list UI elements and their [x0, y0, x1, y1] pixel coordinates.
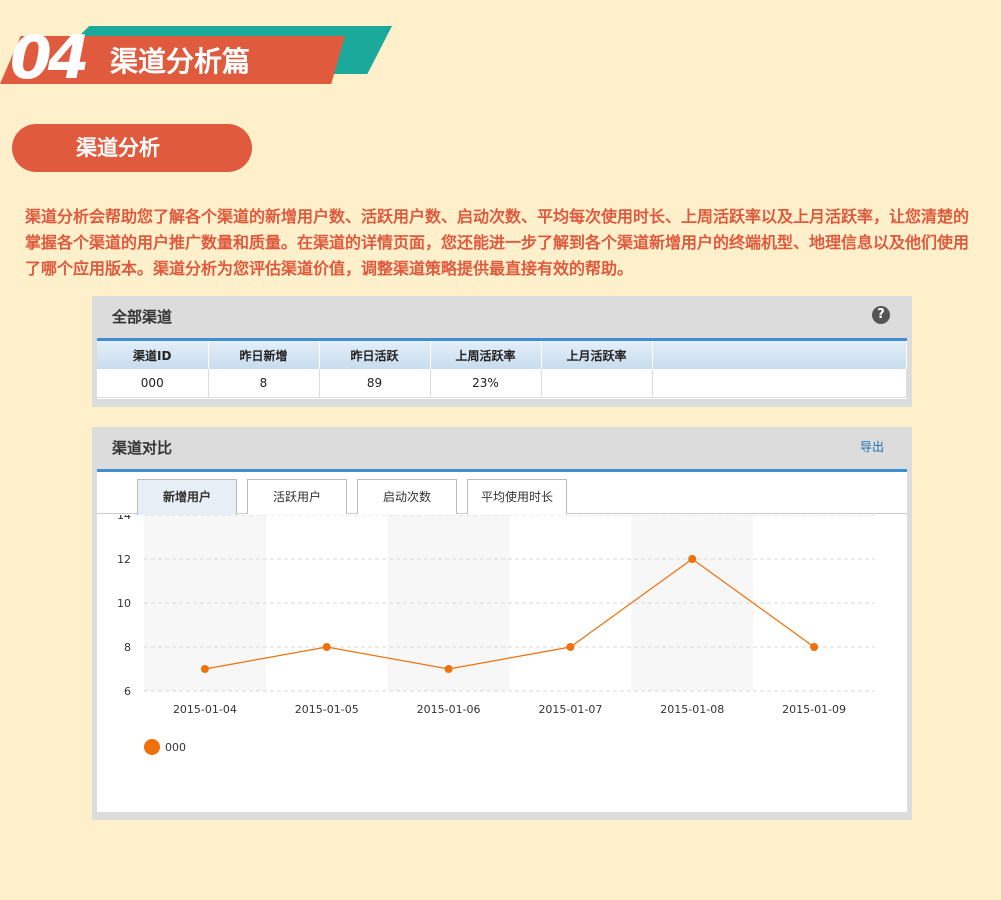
- col-last-week-rate[interactable]: 上周活跃率: [430, 341, 542, 369]
- channel-compare-panel: 渠道对比 导出 新增用户 活跃用户 启动次数 平均使用时长 6 8 10 12 14 20…: [92, 427, 912, 820]
- x-tick-label: 2015-01-09: [782, 703, 846, 716]
- col-blank: [652, 341, 907, 369]
- x-tick-label: 2015-01-06: [417, 703, 481, 716]
- legend-label: 000: [165, 741, 186, 754]
- all-channels-panel: 全部渠道 ? 渠道ID 昨日新增 昨日活跃 上周活跃率 上月活跃率 000 8 …: [92, 296, 912, 407]
- tab-avg-duration[interactable]: 平均使用时长: [467, 479, 567, 514]
- col-yesterday-new[interactable]: 昨日新增: [208, 341, 320, 369]
- x-tick-label: 2015-01-04: [173, 703, 237, 716]
- export-link[interactable]: 导出: [860, 438, 884, 455]
- section-title: 渠道分析篇: [110, 45, 251, 78]
- x-tick-label: 2015-01-07: [538, 703, 602, 716]
- col-channel-id[interactable]: 渠道ID: [97, 341, 209, 369]
- channel-compare-title: 渠道对比: [112, 439, 173, 457]
- y-tick-label: 6: [124, 685, 131, 698]
- cell-last-week-rate: 23%: [430, 369, 542, 398]
- tab-new-users[interactable]: 新增用户: [137, 479, 237, 515]
- data-point: [566, 643, 575, 651]
- col-last-month-rate[interactable]: 上月活跃率: [541, 341, 653, 369]
- tab-launch-count[interactable]: 启动次数: [357, 479, 457, 514]
- y-tick-label: 8: [124, 641, 131, 654]
- section-number: 04: [10, 23, 89, 93]
- data-point: [444, 665, 453, 673]
- cell-channel-id: 000: [97, 369, 209, 398]
- help-icon[interactable]: ?: [872, 306, 890, 324]
- data-point: [200, 665, 209, 673]
- channels-table: 渠道ID 昨日新增 昨日活跃 上周活跃率 上月活跃率 000 8 89 23%: [97, 341, 907, 398]
- all-channels-title: 全部渠道: [112, 308, 173, 326]
- data-point: [688, 555, 697, 563]
- new-users-line-chart: 6 8 10 12 14 2015-01-04 2015-01-05 2015-01-06 20…: [117, 515, 875, 755]
- cell-blank: [652, 369, 907, 398]
- section-banner: 04 渠道分析篇: [0, 23, 400, 93]
- channels-table-wrap: 渠道ID 昨日新增 昨日活跃 上周活跃率 上月活跃率 000 8 89 23%: [97, 338, 907, 399]
- col-yesterday-active[interactable]: 昨日活跃: [319, 341, 431, 369]
- y-tick-label: 10: [117, 597, 131, 610]
- subsection-pill: 渠道分析: [12, 124, 252, 172]
- plot-band: [144, 515, 266, 691]
- cell-last-month-rate: [541, 369, 653, 398]
- y-tick-label: 12: [117, 553, 131, 566]
- table-row: 000 8 89 23%: [97, 369, 907, 398]
- data-point: [322, 643, 331, 651]
- y-tick-label: 14: [117, 515, 131, 522]
- legend-marker: [144, 739, 160, 755]
- compare-body: 新增用户 活跃用户 启动次数 平均使用时长 6 8 10 12 14 2015-01-04…: [97, 469, 907, 812]
- cell-yesterday-new: 8: [208, 369, 320, 398]
- tab-active-users[interactable]: 活跃用户: [247, 479, 347, 514]
- data-point: [810, 643, 819, 651]
- description-text: 渠道分析会帮助您了解各个渠道的新增用户数、活跃用户数、启动次数、平均每次使用时长…: [25, 207, 970, 278]
- metric-tabs: 新增用户 活跃用户 启动次数 平均使用时长: [97, 472, 907, 515]
- cell-yesterday-active: 89: [319, 369, 431, 398]
- x-tick-label: 2015-01-05: [295, 703, 359, 716]
- x-tick-label: 2015-01-08: [660, 703, 724, 716]
